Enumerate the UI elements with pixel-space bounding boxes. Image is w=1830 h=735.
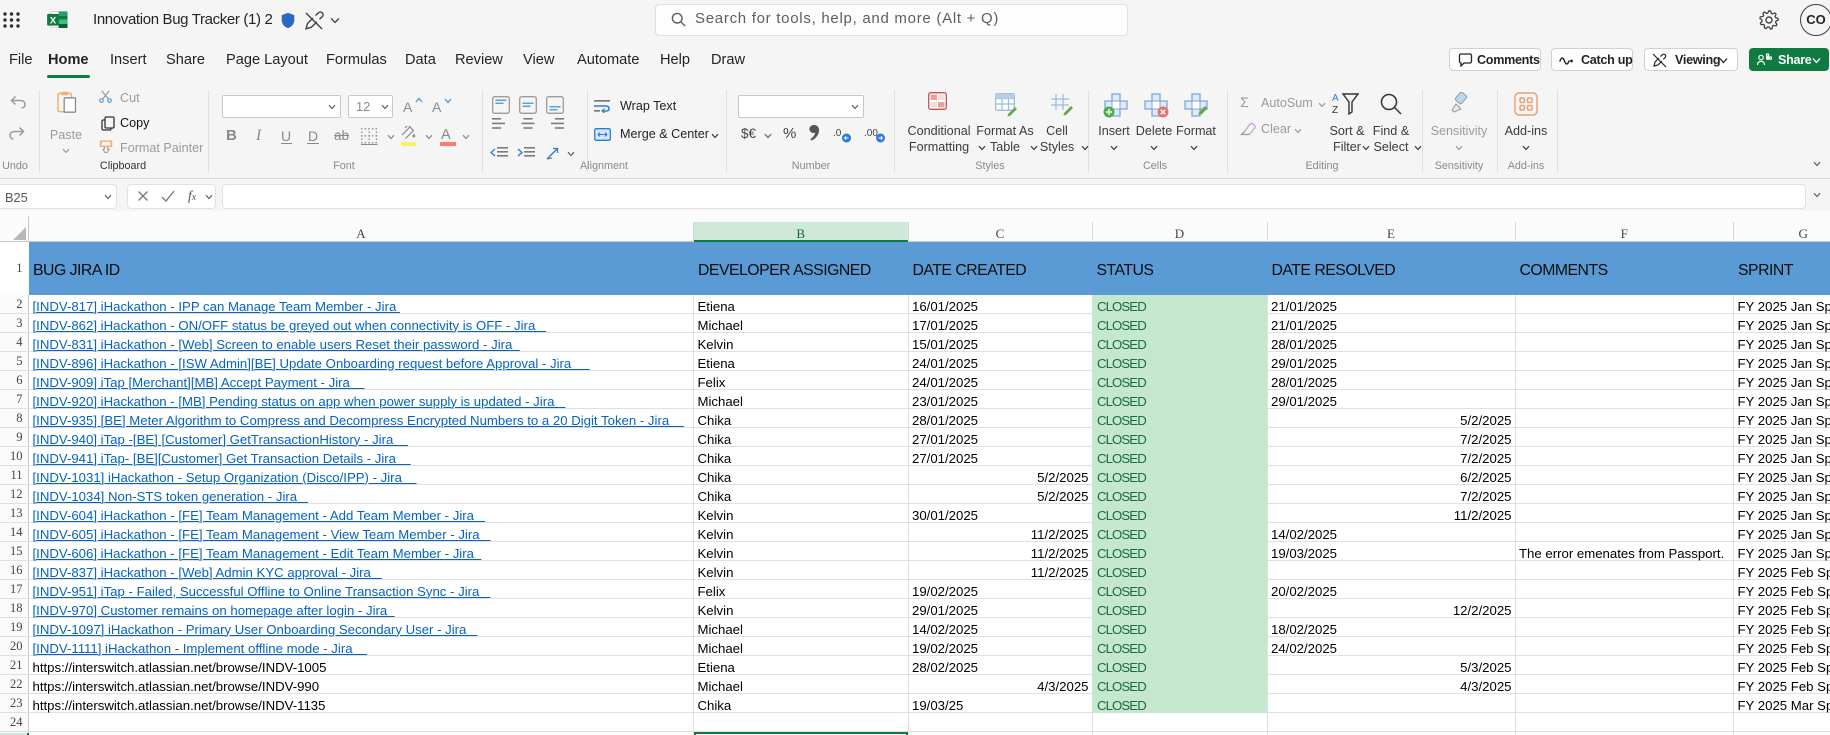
svg-text:A: A <box>1332 93 1339 104</box>
svg-text:X: X <box>50 15 57 26</box>
svg-text:Z: Z <box>1332 105 1338 116</box>
svg-text:.0: .0 <box>833 128 842 139</box>
